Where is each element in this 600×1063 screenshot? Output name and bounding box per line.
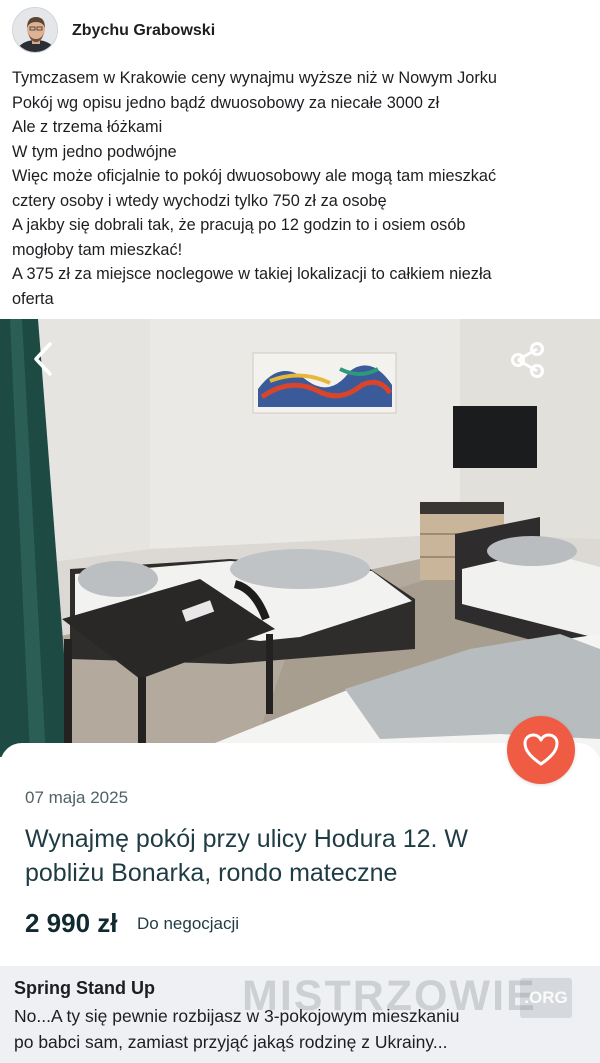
listing-photo[interactable]	[0, 319, 600, 757]
post-line: oferta	[12, 289, 54, 308]
post-line: Pokój wg opisu jedno bądź dwuosobowy za …	[12, 93, 440, 112]
listing-date: 07 maja 2025	[25, 788, 129, 807]
post-line: mogłoby tam mieszkać!	[12, 240, 183, 259]
post-line: Tymczasem w Krakowie ceny wynajmu wyższe…	[12, 69, 497, 87]
share-icon[interactable]	[507, 339, 549, 381]
comment-text: No...A ty się pewnie rozbijasz w 3-pokoj…	[14, 1004, 589, 1055]
listing-title: Wynajmę pokój przy ulicy Hodura 12. W po…	[25, 822, 545, 890]
post-header: Zbychu Grabowski	[0, 0, 600, 62]
post-line: cztery osoby i wtedy wychodzi tylko 750 …	[12, 191, 387, 210]
post-line: Ale z trzema łóżkami	[12, 118, 163, 136]
author-avatar[interactable]	[12, 7, 58, 53]
listing-title-line: Wynajmę pokój przy ulicy Hodura 12. W	[25, 825, 468, 853]
comment-line: No...A ty się pewnie rozbijasz w 3-pokoj…	[14, 1006, 460, 1026]
listing-price: 2 990 zł	[25, 908, 118, 938]
post-line: W tym jedno podwójne	[12, 142, 177, 161]
favorite-button[interactable]	[507, 716, 575, 784]
back-chevron-icon[interactable]	[28, 339, 60, 379]
comment-author[interactable]: Spring Stand Up	[14, 978, 155, 999]
post-author-name[interactable]: Zbychu Grabowski	[72, 22, 215, 40]
post-line: A jakby się dobrali tak, że pracują po 1…	[12, 216, 466, 234]
negotiable-label: Do negocjacji	[137, 914, 240, 933]
post-line: Więc może oficjalnie to pokój dwuosobowy…	[12, 167, 497, 185]
heart-icon	[523, 733, 559, 766]
listing-title-line: pobliżu Bonarka, rondo mateczne	[25, 859, 398, 887]
comment-line: po babci sam, zamiast przyjąć jakąś rodz…	[14, 1031, 448, 1052]
post-body: Tymczasem w Krakowie ceny wynajmu wyższe…	[12, 66, 592, 311]
post-line: A 375 zł za miejsce noclegowe w takiej l…	[12, 265, 492, 283]
